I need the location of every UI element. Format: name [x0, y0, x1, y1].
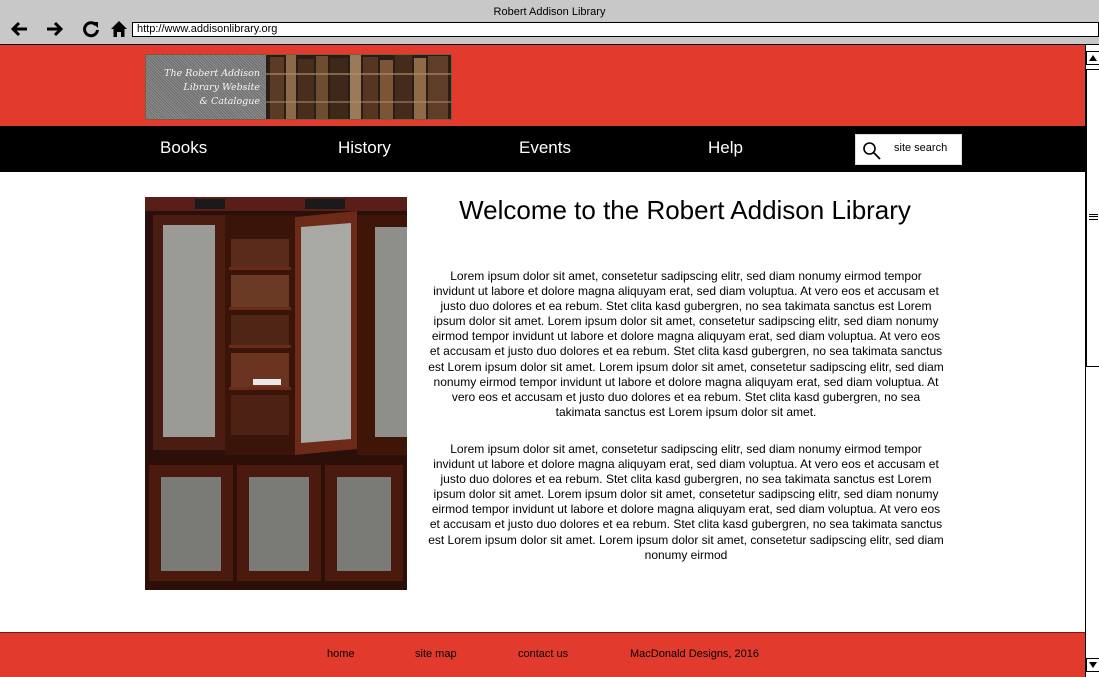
- url-bar[interactable]: http://www.addisonlibrary.org: [132, 22, 1099, 37]
- logo-text-line: The Robert Addison: [164, 68, 260, 79]
- footer-link-site-map[interactable]: site map: [415, 648, 457, 660]
- logo-text-line: & Catalogue: [199, 96, 260, 107]
- body-paragraph: Lorem ipsum dolor sit amet, consetetur s…: [428, 269, 944, 419]
- window-title: Robert Addison Library: [493, 6, 606, 18]
- footer-credit: MacDonald Designs, 2016: [630, 648, 760, 660]
- vertical-scrollbar[interactable]: [1085, 45, 1099, 677]
- bookcase-photo: [145, 197, 407, 590]
- forward-arrow-icon: [47, 21, 64, 37]
- page-viewport: The Robert Addison Library Website & Cat…: [0, 45, 1085, 677]
- forward-button[interactable]: [44, 18, 66, 40]
- nav-history[interactable]: History: [338, 138, 391, 158]
- site-footer: home site map contact us MacDonald Desig…: [0, 632, 1085, 677]
- home-button[interactable]: [108, 18, 130, 40]
- back-arrow-icon: [10, 21, 27, 37]
- back-button[interactable]: [8, 18, 30, 40]
- logo-book-spines-image: [266, 55, 451, 119]
- main-nav: Books History Events Help site search: [0, 126, 1085, 172]
- logo-text-line: Library Website: [183, 82, 260, 93]
- site-logo[interactable]: The Robert Addison Library Website & Cat…: [145, 54, 452, 120]
- reload-button[interactable]: [80, 18, 102, 40]
- nav-events[interactable]: Events: [519, 138, 571, 158]
- scroll-thumb[interactable]: [1086, 69, 1099, 367]
- reload-icon: [83, 21, 99, 38]
- body-paragraph: Lorem ipsum dolor sit amet, consetetur s…: [428, 442, 944, 562]
- triangle-up-icon: [1089, 55, 1097, 61]
- nav-help[interactable]: Help: [708, 138, 743, 158]
- home-icon: [111, 21, 127, 37]
- nav-books[interactable]: Books: [160, 138, 207, 158]
- footer-link-contact-us[interactable]: contact us: [518, 648, 568, 660]
- page-title: Welcome to the Robert Addison Library: [459, 195, 911, 225]
- search-icon: [863, 142, 881, 160]
- site-header: The Robert Addison Library Website & Cat…: [0, 45, 1085, 126]
- footer-link-home[interactable]: home: [327, 648, 355, 660]
- scroll-down-button[interactable]: [1086, 658, 1099, 672]
- browser-toolbar: Robert Addison Library http://www.addiso…: [0, 0, 1099, 45]
- site-search-input[interactable]: site search: [855, 134, 962, 165]
- grip-icon: [1089, 214, 1098, 220]
- triangle-down-icon: [1089, 662, 1097, 668]
- scroll-up-button[interactable]: [1086, 51, 1099, 65]
- logo-text-area: The Robert Addison Library Website & Cat…: [146, 55, 266, 119]
- search-placeholder: site search: [894, 142, 948, 154]
